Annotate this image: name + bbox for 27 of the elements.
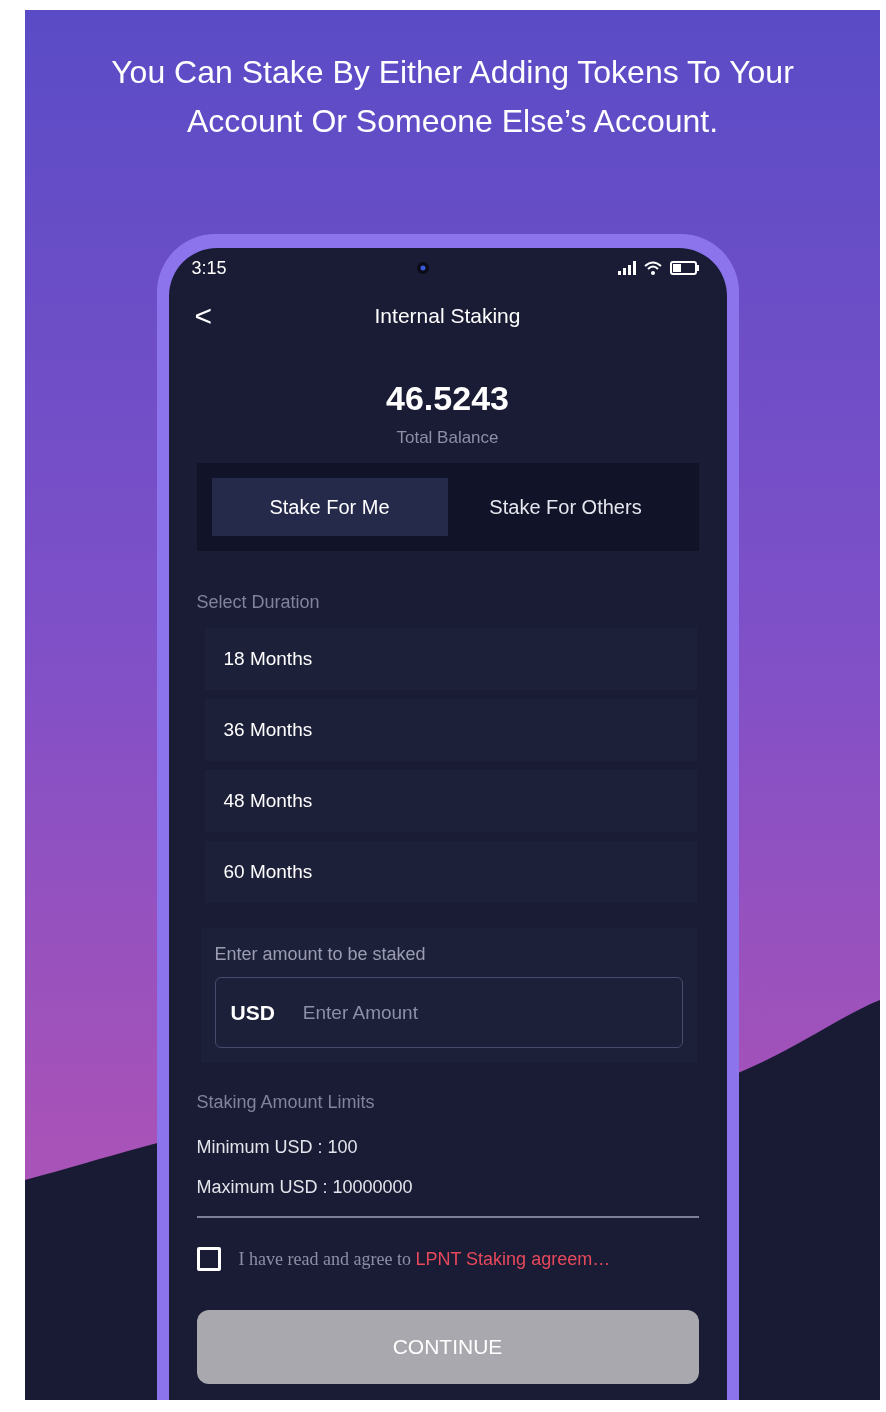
amount-input[interactable]: Enter Amount (300, 1000, 667, 1025)
agreement-text: I have read and agree to LPNT Staking agreem… (238, 1248, 611, 1270)
field-label: Enter amount to be staked (214, 943, 427, 965)
duration-option[interactable]: 36 Months (204, 699, 697, 761)
signal-icon (618, 261, 637, 275)
wifi-icon (644, 261, 663, 275)
tab[interactable]: Stake For Me (211, 478, 448, 536)
checkbox[interactable] (196, 1247, 221, 1271)
limit-text: Minimum USD : 100 (196, 1136, 359, 1158)
tab[interactable]: Stake For Others (447, 478, 684, 536)
duration-option[interactable]: 60 Months (204, 841, 697, 903)
balance-label: Total Balance (395, 428, 500, 448)
agreement-link[interactable]: LPNT Staking agreem… (415, 1248, 611, 1269)
status-time: 3:15 (191, 257, 227, 279)
duration-option[interactable]: 48 Months (204, 770, 697, 832)
section-label: Select Duration (196, 591, 321, 613)
balance-amount: 46.5243 (385, 378, 510, 418)
back-button[interactable]: < (188, 298, 219, 333)
currency-label: USD (230, 1000, 275, 1025)
screen-title: Internal Staking (374, 303, 521, 328)
limit-text: Maximum USD : 10000000 (196, 1176, 414, 1198)
section-label: Staking Amount Limits (196, 1091, 376, 1113)
headline: You Can Stake By Either Adding Tokens To Your Account Or Someone Else’s Account. (110, 53, 795, 141)
camera-icon (415, 261, 430, 275)
battery-icon (670, 261, 701, 275)
amount-field[interactable]: USD Enter Amount (214, 977, 683, 1048)
duration-option[interactable]: 18 Months (204, 628, 697, 690)
